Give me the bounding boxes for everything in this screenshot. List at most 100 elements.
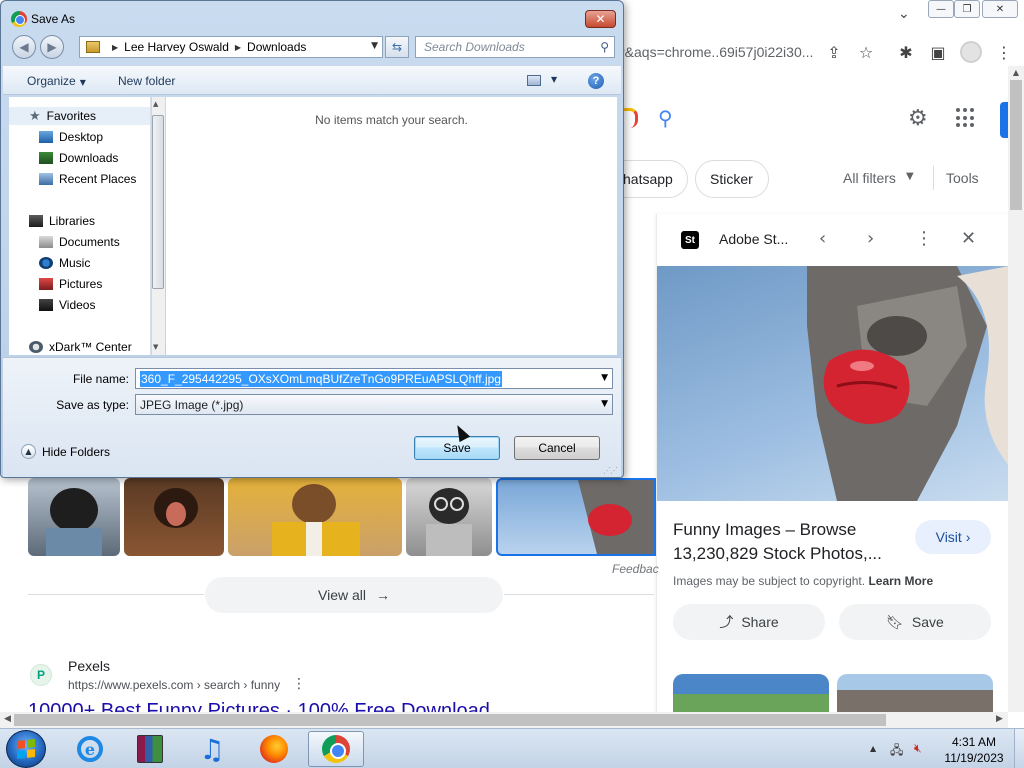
minimize-button[interactable]: — — [928, 0, 954, 18]
tray-expand-icon[interactable]: ▲ — [870, 744, 876, 753]
scroll-right-icon[interactable]: ▶ — [996, 714, 1003, 724]
browser-close-button[interactable]: ✕ — [982, 0, 1018, 18]
save-button[interactable]: Save — [414, 436, 500, 460]
share-button[interactable]: ⤴ Share — [673, 604, 825, 640]
clock-date: 11/19/2023 — [944, 751, 1004, 765]
back-button[interactable]: ◀ — [12, 35, 36, 59]
close-icon[interactable]: ✕ — [961, 228, 976, 249]
nav-item-favorites[interactable]: ★ Favorites — [9, 107, 150, 125]
related-image-thumbnail[interactable] — [837, 674, 993, 714]
taskbar-winrar[interactable] — [122, 731, 178, 767]
chevron-down-icon[interactable]: ▼ — [601, 399, 608, 409]
search-icon[interactable]: ⚲ — [658, 106, 673, 130]
file-name-input[interactable]: 360_F_295442295_OXsXOmLmqBUfZreTnGo9PREu… — [135, 368, 613, 389]
taskbar-firefox[interactable] — [246, 731, 302, 767]
nav-item-downloads[interactable]: Downloads — [9, 149, 118, 167]
system-clock[interactable]: 4:31 AM 11/19/2023 — [938, 734, 1010, 766]
scroll-down-icon[interactable]: ▼ — [153, 343, 158, 351]
hide-folders-button[interactable]: ▲ Hide Folders — [21, 444, 110, 459]
more-menu-icon[interactable]: ⋮ — [992, 40, 1016, 64]
image-thumbnail-monkey-jacket[interactable] — [228, 478, 402, 556]
bookmark-star-icon[interactable]: ☆ — [854, 40, 878, 64]
nav-item-xdark-center[interactable]: xDark™ Center — [9, 338, 132, 355]
taskbar-media-player[interactable]: ♫ — [184, 731, 240, 767]
save-type-select[interactable]: JPEG Image (*.jpg) ▼ — [135, 394, 613, 415]
restore-button[interactable]: ❐ — [954, 0, 980, 18]
taskbar-chrome[interactable] — [308, 731, 364, 767]
cancel-button[interactable]: Cancel — [514, 436, 600, 460]
result-site-url[interactable]: https://www.pexels.com › search › funny — [68, 678, 280, 692]
chevron-down-icon[interactable]: ▼ — [601, 373, 608, 383]
google-lens-icon[interactable] — [622, 108, 638, 128]
visit-button[interactable]: Visit › — [915, 520, 991, 554]
new-folder-button[interactable]: New folder — [118, 74, 175, 88]
nav-item-libraries[interactable]: Libraries — [9, 212, 95, 230]
chevron-down-icon[interactable]: ▼ — [371, 41, 378, 51]
nav-item-documents[interactable]: Documents — [9, 233, 120, 251]
vertical-scroll-thumb[interactable] — [1010, 80, 1022, 210]
preview-image[interactable] — [657, 266, 1009, 501]
panel-image-title[interactable]: Funny Images – Browse 13,230,829 Stock P… — [673, 518, 903, 566]
result-site-name[interactable]: Pexels — [68, 658, 110, 674]
refresh-icon[interactable]: ⇆ — [385, 36, 409, 58]
all-filters-button[interactable]: All filters — [843, 170, 896, 186]
dialog-close-button[interactable]: ✕ — [585, 10, 616, 28]
filter-chip-sticker[interactable]: Sticker — [695, 160, 769, 198]
sign-in-button[interactable] — [1000, 102, 1008, 138]
file-list-pane[interactable]: No items match your search. — [166, 97, 617, 355]
nav-item-videos[interactable]: Videos — [9, 296, 95, 314]
feedback-link[interactable]: Feedbac — [612, 562, 659, 576]
image-thumbnail-horse-selected[interactable] — [496, 478, 656, 556]
image-thumbnail-pug-jacket[interactable] — [28, 478, 120, 556]
chevron-right-icon[interactable]: › — [867, 228, 874, 249]
nav-item-music[interactable]: Music — [9, 254, 90, 272]
scroll-up-icon[interactable]: ▲ — [1008, 68, 1024, 80]
omnibox-url[interactable]: r&aqs=chrome..69i57j0i22i30... — [620, 37, 820, 67]
nav-pane-scroll-thumb[interactable] — [152, 115, 164, 289]
breadcrumb-downloads[interactable]: Downloads — [247, 40, 306, 54]
chevron-down-icon[interactable]: ▼ — [551, 75, 557, 84]
horizontal-scroll-thumb[interactable] — [14, 714, 886, 726]
forward-button[interactable]: ▶ — [40, 35, 64, 59]
organize-menu[interactable]: Organize ▼ — [27, 74, 86, 88]
gear-icon[interactable]: ⚙ — [908, 106, 928, 131]
profile-avatar[interactable] — [960, 41, 982, 63]
image-thumbnail-yawning-animal[interactable] — [124, 478, 224, 556]
related-image-thumbnail[interactable] — [673, 674, 829, 714]
nav-item-desktop[interactable]: Desktop — [9, 128, 103, 146]
help-icon[interactable]: ? — [588, 73, 604, 89]
taskbar-internet-explorer[interactable]: e — [62, 731, 118, 767]
copyright-notice: Images may be subject to copyright. Lear… — [673, 574, 933, 588]
scroll-left-icon[interactable]: ◀ — [4, 714, 11, 724]
panel-source-name[interactable]: Adobe St... — [719, 231, 788, 247]
change-view-icon[interactable] — [527, 75, 541, 86]
apps-grid-icon[interactable] — [956, 108, 976, 128]
learn-more-link[interactable]: Learn More — [868, 574, 933, 588]
start-button[interactable] — [6, 730, 46, 768]
save-type-label: Save as type: — [56, 398, 129, 412]
chevron-left-icon[interactable]: ‹ — [819, 228, 826, 249]
scroll-up-icon[interactable]: ▲ — [153, 100, 158, 108]
more-options-icon[interactable]: ⋮ — [915, 228, 933, 249]
result-more-icon[interactable]: ⋮ — [292, 676, 306, 692]
tools-button[interactable]: Tools — [946, 170, 979, 186]
address-bar[interactable]: ▶ Lee Harvey Oswald ▶ Downloads ▼ — [79, 36, 383, 58]
volume-muted-icon[interactable]: 🔇︎ — [914, 741, 922, 756]
show-desktop-button[interactable] — [1014, 729, 1024, 768]
breadcrumb-user[interactable]: Lee Harvey Oswald — [124, 40, 229, 54]
save-image-button[interactable]: 🔖︎ Save — [839, 604, 991, 640]
nav-item-recent-places[interactable]: Recent Places — [9, 170, 136, 188]
extensions-icon[interactable]: ✱ — [894, 40, 918, 64]
network-icon[interactable]: 🖧︎ — [890, 741, 903, 762]
nav-item-label: Documents — [59, 235, 120, 249]
share-icon[interactable]: ⇪ — [822, 40, 846, 64]
image-thumbnail-pug-glasses[interactable] — [406, 478, 492, 556]
search-icon[interactable]: ⚲ — [600, 40, 609, 54]
view-all-button[interactable]: View all → — [205, 577, 503, 613]
tab-search-icon[interactable]: ⌄ — [898, 6, 910, 22]
save-label: Save — [911, 614, 944, 630]
side-panel-icon[interactable]: ▣ — [926, 40, 950, 64]
nav-item-pictures[interactable]: Pictures — [9, 275, 102, 293]
search-downloads-input[interactable]: Search Downloads ⚲ — [415, 36, 615, 58]
resize-grip-icon[interactable]: ⋰⋰ — [603, 466, 618, 475]
